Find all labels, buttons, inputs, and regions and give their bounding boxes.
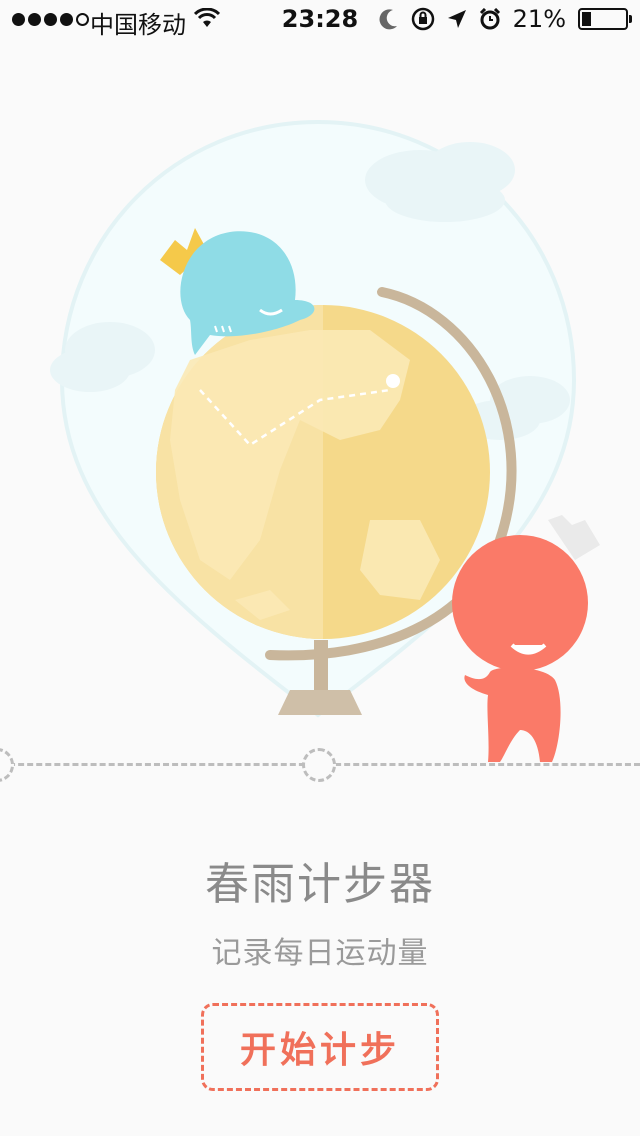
location-arrow-icon (447, 10, 466, 28)
alarm-icon (479, 8, 500, 30)
moon-icon (379, 9, 397, 30)
app-title: 春雨计步器 (205, 859, 435, 910)
track-node-middle (302, 748, 336, 782)
globe-stand-stem (314, 640, 328, 695)
rotation-lock-icon (411, 7, 434, 31)
globe-stand-base (278, 690, 362, 715)
app-subtitle: 记录每日运动量 (211, 936, 429, 971)
globe (156, 305, 490, 639)
globe-illustration (50, 119, 600, 762)
battery-percent: 21% (512, 5, 566, 33)
status-bar: 中国移动 23:28 21% (0, 0, 640, 40)
battery-icon (578, 8, 632, 30)
start-counting-button[interactable]: 开始计步 (201, 1003, 439, 1091)
